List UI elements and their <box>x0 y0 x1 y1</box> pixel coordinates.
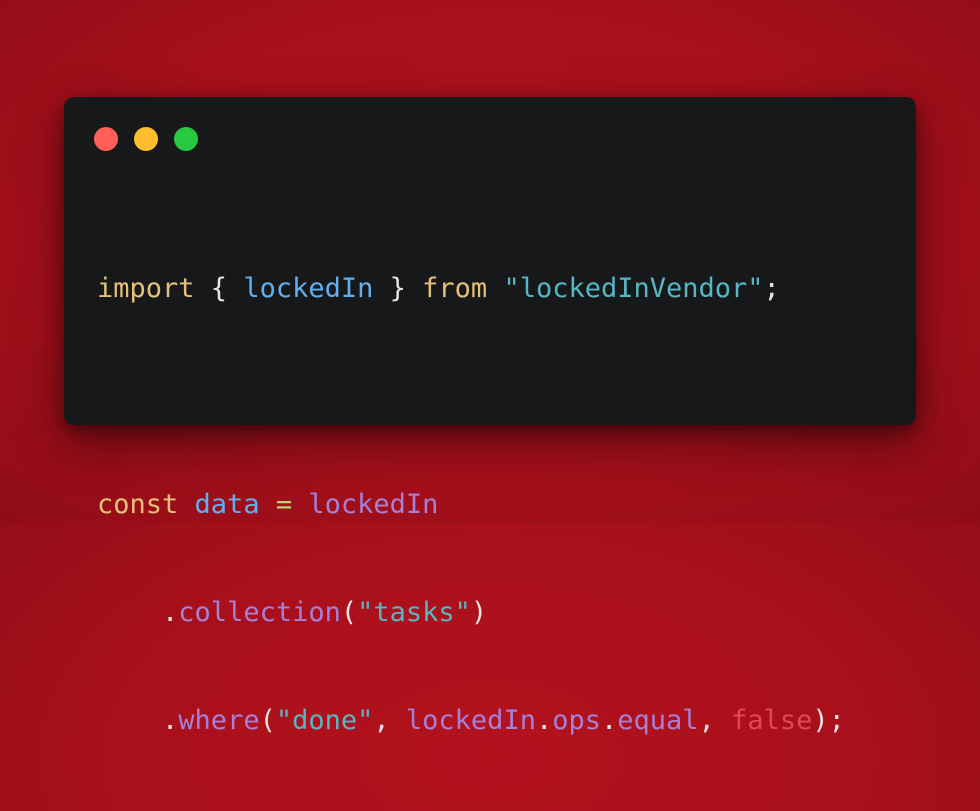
window-controls <box>94 127 198 151</box>
property-name: equal <box>617 705 699 736</box>
boolean-literal: false <box>731 705 813 736</box>
property-name: ops <box>552 705 601 736</box>
punctuation: ) <box>470 597 488 628</box>
punctuation: . <box>162 705 179 736</box>
code-line-5: .where("done", lockedIn.ops.equal, false… <box>97 703 845 739</box>
punctuation: ( <box>259 705 276 736</box>
identifier: lockedIn <box>243 273 374 304</box>
object-name: lockedIn <box>405 705 536 736</box>
punctuation: , <box>373 705 406 736</box>
string-literal: "done" <box>275 705 374 736</box>
code-line-4: .collection("tasks") <box>97 595 845 631</box>
code-window: import { lockedIn } from "lockedInVendor… <box>64 97 916 736</box>
punctuation: ( <box>340 597 358 628</box>
punctuation: . <box>601 705 618 736</box>
method-name: collection <box>178 597 341 628</box>
punctuation: . <box>535 705 553 736</box>
identifier: data <box>194 489 260 520</box>
code-line-3: const data = lockedIn <box>97 487 845 523</box>
punctuation: , <box>698 705 732 736</box>
close-dot-icon[interactable] <box>94 127 118 151</box>
string-literal: "tasks" <box>357 597 471 628</box>
code-line-1: import { lockedIn } from "lockedInVendor… <box>97 271 845 307</box>
object-name: lockedIn <box>308 489 439 520</box>
punctuation: } <box>373 273 423 304</box>
method-name: where <box>178 705 260 736</box>
maximize-dot-icon[interactable] <box>174 127 198 151</box>
keyword-const: const <box>97 489 179 520</box>
punctuation: ; <box>763 273 780 304</box>
keyword-import: import <box>97 273 195 304</box>
string-literal: "lockedInVendor" <box>503 273 764 304</box>
minimize-dot-icon[interactable] <box>134 127 158 151</box>
punctuation: { <box>194 273 244 304</box>
keyword-from: from <box>422 273 488 304</box>
operator: = <box>275 489 293 520</box>
punctuation: ); <box>812 705 845 736</box>
punctuation: . <box>162 597 179 628</box>
code-block: import { lockedIn } from "lockedInVendor… <box>97 199 845 811</box>
